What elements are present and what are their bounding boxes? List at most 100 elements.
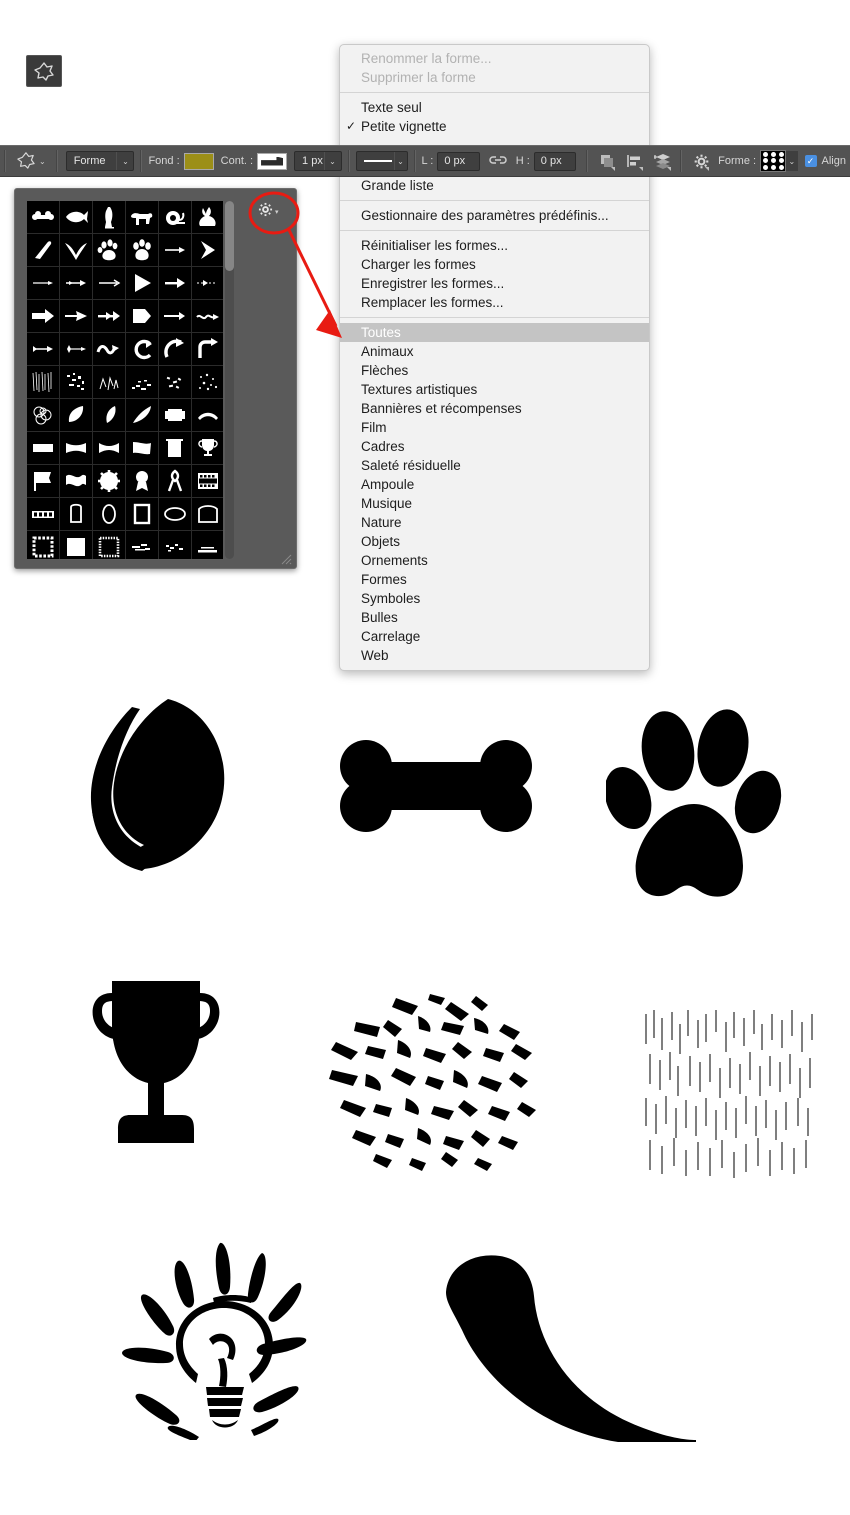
shape-tile-arrow-double[interactable] (93, 300, 125, 332)
menu-item-carrelage[interactable]: Carrelage (340, 627, 649, 646)
shape-tile-arrow-line-1[interactable] (27, 267, 59, 299)
shape-tile-triangle-right[interactable] (126, 267, 158, 299)
shape-tile-trophy[interactable] (192, 432, 223, 464)
shape-tile-dog[interactable] (126, 201, 158, 233)
shape-grid-viewport[interactable] (27, 201, 223, 559)
shape-grid[interactable] (27, 201, 223, 559)
shape-tile-arrow-bold[interactable] (159, 267, 191, 299)
shape-tile-scribble[interactable] (27, 399, 59, 431)
menu-item-salete-residuelle[interactable]: Saleté résiduelle (340, 456, 649, 475)
menu-item-petite-vignette[interactable]: ✓ Petite vignette (340, 117, 649, 136)
shape-tile-texture-4[interactable] (126, 366, 158, 398)
shape-tile-arrow-star[interactable] (60, 333, 92, 365)
menu-item-symboles[interactable]: Symboles (340, 589, 649, 608)
menu-item-objets[interactable]: Objets (340, 532, 649, 551)
shape-tile-grunge-2[interactable] (159, 531, 191, 559)
shape-tile-paw-dog[interactable] (93, 234, 125, 266)
shape-picker-context-menu[interactable]: Renommer la forme... Supprimer la forme … (339, 44, 650, 671)
shape-tile-arrow-tail[interactable] (27, 333, 59, 365)
menu-item-cadres[interactable]: Cadres (340, 437, 649, 456)
path-operations-icon[interactable] (598, 150, 616, 172)
resize-grip-icon[interactable] (278, 551, 292, 565)
shape-tile-frame-ellipse[interactable] (159, 498, 191, 530)
align-checkbox[interactable]: ✓ (804, 155, 817, 167)
shape-tile-arrow-line-2[interactable] (60, 267, 92, 299)
menu-item-nature[interactable]: Nature (340, 513, 649, 532)
shape-mode-select[interactable]: Forme ⌄ (65, 151, 135, 171)
height-input[interactable]: 0 px (533, 151, 577, 171)
stroke-style-select[interactable]: ⌄ (355, 151, 408, 171)
shape-tile-banner-fold[interactable] (126, 432, 158, 464)
fill-color-swatch[interactable] (183, 152, 214, 170)
menu-item-gestionnaire-parametres[interactable]: Gestionnaire des paramètres prédéfinis..… (340, 206, 649, 225)
menu-item-grande-liste[interactable]: Grande liste (340, 176, 649, 195)
menu-item-ornements[interactable]: Ornements (340, 551, 649, 570)
shape-tile-banner-hang[interactable] (159, 432, 191, 464)
shape-tile-curve-blade[interactable] (126, 399, 158, 431)
shape-tile-ribbon-loop[interactable] (159, 465, 191, 497)
shape-tile-arrow-curve[interactable] (159, 333, 191, 365)
shape-tile-texture-5[interactable] (159, 366, 191, 398)
shape-tile-arrow-simple[interactable] (159, 300, 191, 332)
menu-item-remplacer-les-formes[interactable]: Remplacer les formes... (340, 293, 649, 312)
shape-tile-arrow-block[interactable] (27, 300, 59, 332)
shape-tile-arrow-wave[interactable] (192, 300, 223, 332)
shape-tile-frame-arch[interactable] (60, 498, 92, 530)
shape-tile-flag-wave[interactable] (60, 465, 92, 497)
shape-tile-banner-rect[interactable] (27, 432, 59, 464)
shape-tile-filmstrip-wide[interactable] (27, 498, 59, 530)
chevron-down-icon[interactable]: ⌄ (786, 151, 798, 171)
picker-scrollbar-thumb[interactable] (225, 201, 234, 271)
width-input[interactable]: 0 px (437, 151, 480, 171)
shape-tile-arrow-dashed[interactable] (192, 267, 223, 299)
shape-tile-texture-6[interactable] (192, 366, 223, 398)
shape-tile-grunge-1[interactable] (126, 531, 158, 559)
menu-item-bannieres-et-recompenses[interactable]: Bannières et récompenses (340, 399, 649, 418)
shape-tile-banner-bulge[interactable] (60, 432, 92, 464)
menu-item-textures-artistiques[interactable]: Textures artistiques (340, 380, 649, 399)
menu-item-reinitialiser-les-formes[interactable]: Réinitialiser les formes... (340, 236, 649, 255)
menu-item-formes[interactable]: Formes (340, 570, 649, 589)
shape-tile-texture-2[interactable] (60, 366, 92, 398)
shape-tile-arrow-corner[interactable] (192, 333, 223, 365)
stroke-color-swatch[interactable] (257, 152, 288, 170)
stroke-width-select[interactable]: 1 px ⌄ (294, 151, 342, 171)
shape-tile-frame-solid[interactable] (60, 531, 92, 559)
menu-item-web[interactable]: Web (340, 646, 649, 665)
shape-tile-arrow-pentagon[interactable] (126, 300, 158, 332)
menu-item-ampoule[interactable]: Ampoule (340, 475, 649, 494)
link-chain-icon[interactable] (489, 155, 507, 168)
shape-tile-snail[interactable] (159, 201, 191, 233)
shape-tile-rabbit[interactable] (192, 201, 223, 233)
shape-tile-seal-burst[interactable] (93, 465, 125, 497)
tool-preset-picker[interactable]: ⌄ (16, 151, 46, 172)
shape-tile-banner-arc[interactable] (192, 399, 223, 431)
shape-tile-bone[interactable] (27, 201, 59, 233)
shape-tile-arrow-slim[interactable] (60, 300, 92, 332)
custom-shape-picker-panel[interactable]: ▾ (14, 188, 297, 569)
shape-tile-paw-cat[interactable] (126, 234, 158, 266)
picker-gear-button[interactable]: ▾ (258, 202, 282, 221)
shape-pattern-swatch[interactable] (760, 150, 787, 172)
shape-tile-frame-rect[interactable] (126, 498, 158, 530)
shape-tile-grunge-3[interactable] (192, 531, 223, 559)
menu-item-toutes[interactable]: Toutes (340, 323, 649, 342)
shape-tile-arrow-u-turn[interactable] (126, 333, 158, 365)
menu-item-enregistrer-les-formes[interactable]: Enregistrer les formes... (340, 274, 649, 293)
shape-tile-frame-scallop[interactable] (27, 531, 59, 559)
menu-item-bulles[interactable]: Bulles (340, 608, 649, 627)
shape-tile-frame-oval[interactable] (93, 498, 125, 530)
menu-item-musique[interactable]: Musique (340, 494, 649, 513)
path-alignment-icon[interactable] (626, 150, 644, 172)
shape-tile-frame-ornate[interactable] (192, 498, 223, 530)
shape-tile-flag-pennant[interactable] (27, 465, 59, 497)
shape-tile-fish[interactable] (60, 201, 92, 233)
gear-icon[interactable] (692, 150, 710, 172)
shape-tile-crescent-thin[interactable] (93, 399, 125, 431)
shape-tile-texture-1[interactable] (27, 366, 59, 398)
menu-item-texte-seul[interactable]: Texte seul (340, 98, 649, 117)
picker-scrollbar[interactable] (225, 201, 234, 559)
menu-item-fleches[interactable]: Flèches (340, 361, 649, 380)
shape-tile-bird[interactable] (27, 234, 59, 266)
shape-tile-frame-rough[interactable] (93, 531, 125, 559)
